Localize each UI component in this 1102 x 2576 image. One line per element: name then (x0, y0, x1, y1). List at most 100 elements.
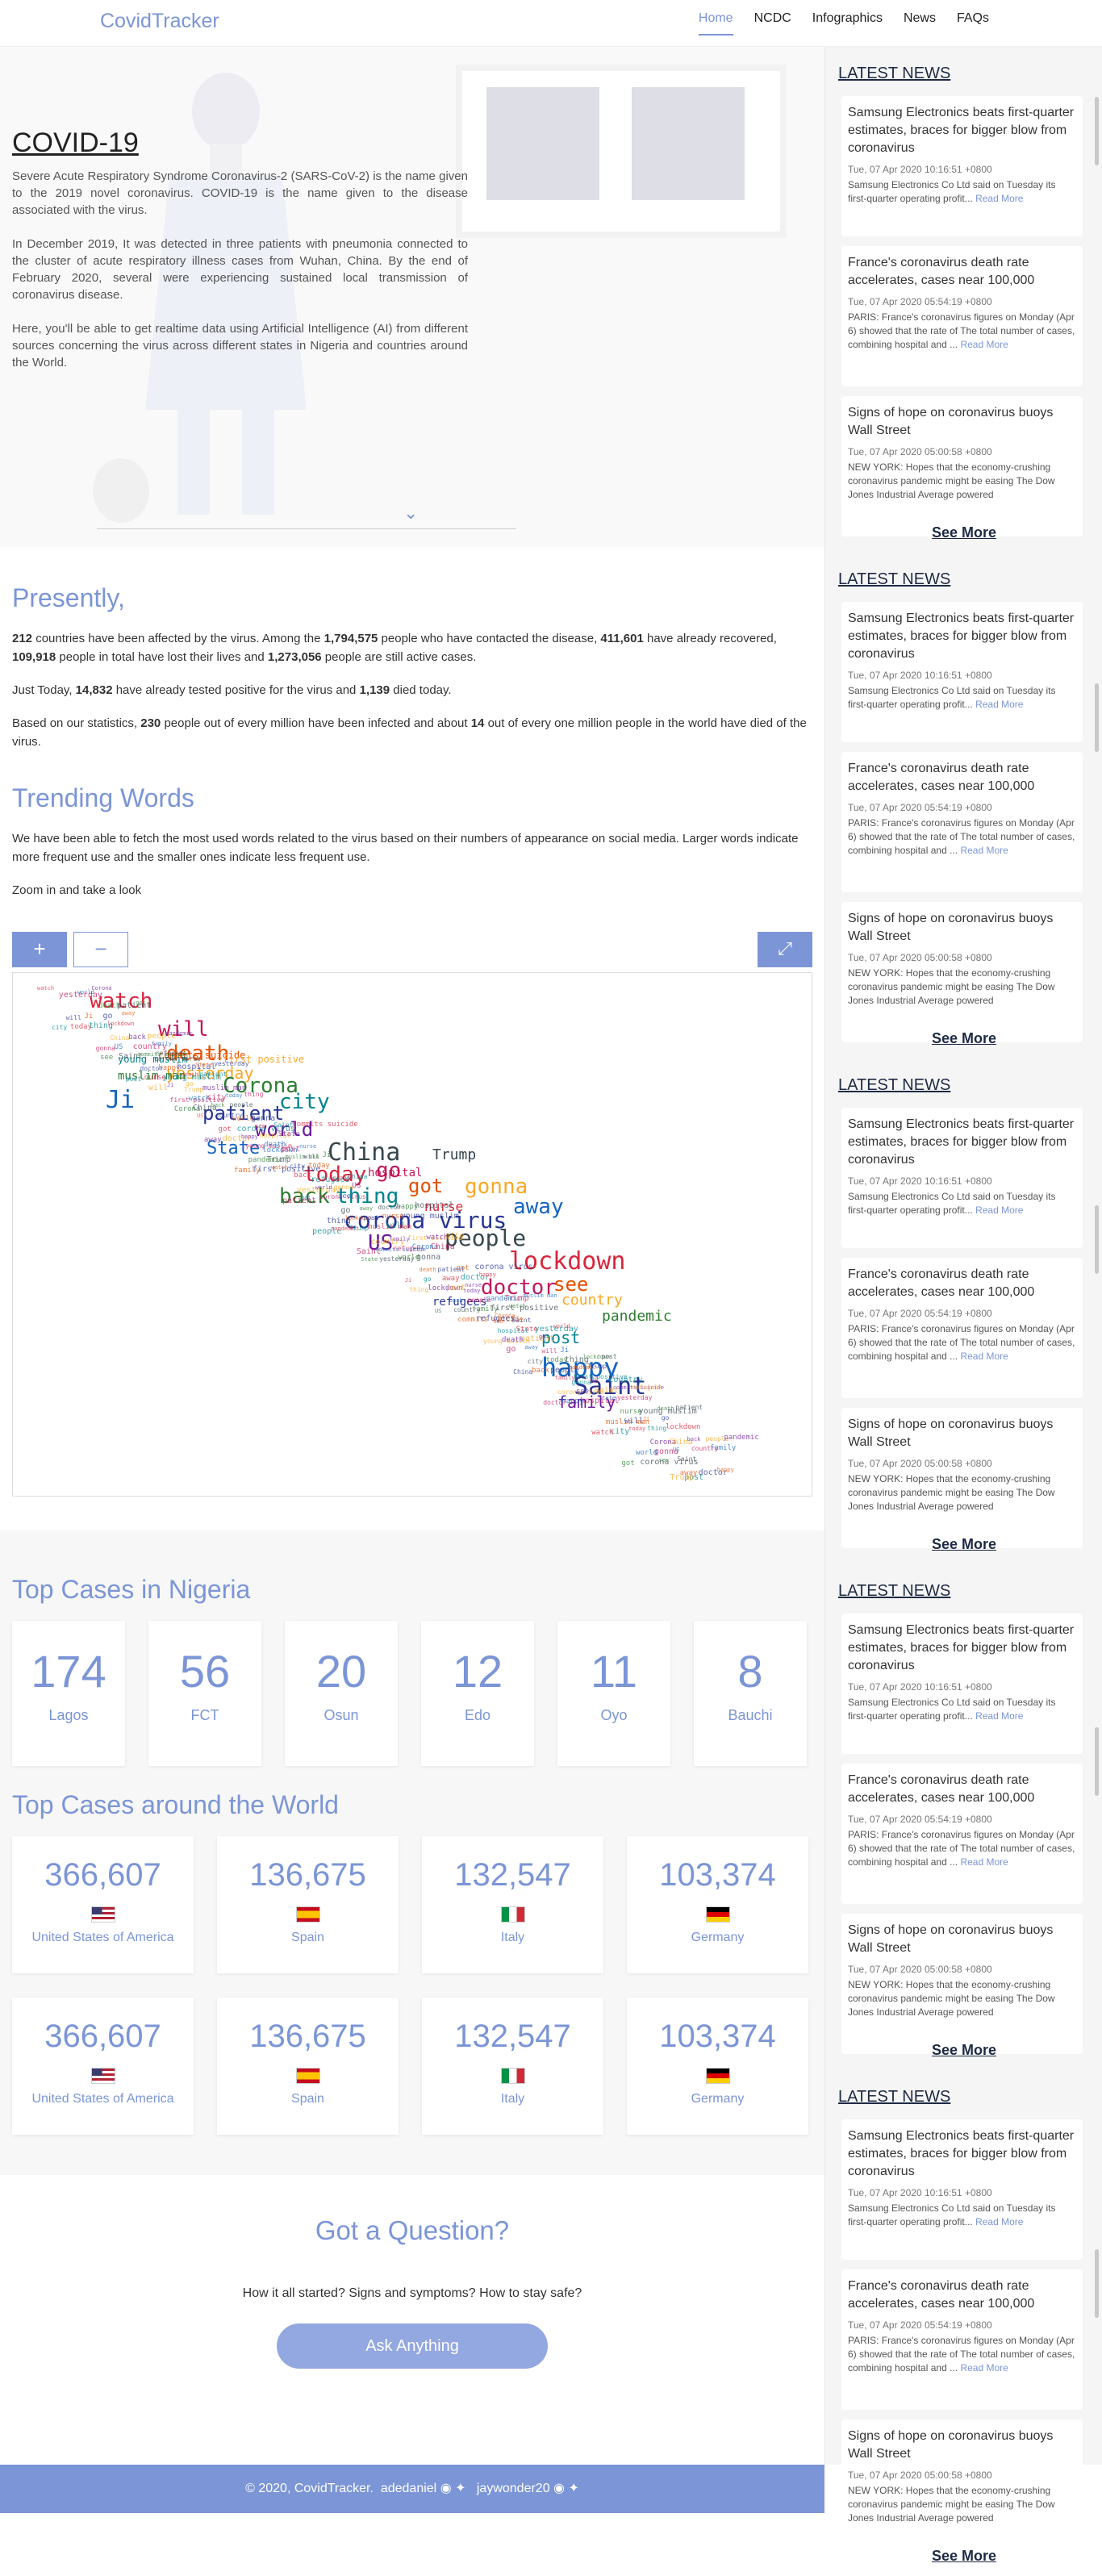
news-item[interactable]: France's coronavirus death rate accelera… (841, 1258, 1083, 1398)
trending-word: Trump (432, 1146, 477, 1163)
read-more-link[interactable]: Read More (960, 845, 1008, 856)
news-summary-text: NEW YORK: Hopes that the economy-crushin… (848, 1979, 1055, 2018)
nigeria-cards: 174 Lagos 56 FCT 20 Osun 12 Edo 11 Oyo 8… (12, 1621, 812, 1766)
twitter-icon[interactable]: ✦ (455, 2482, 465, 2495)
see-more-link[interactable]: See More (825, 2042, 1102, 2059)
trending-word: will (541, 1347, 557, 1355)
footer-user-link[interactable]: jaywonder20 (477, 2482, 550, 2495)
news-item[interactable]: Samsung Electronics beats first-quarter … (841, 2119, 1083, 2260)
trending-word: family (709, 1443, 737, 1452)
news-item[interactable]: France's coronavirus death rate accelera… (841, 246, 1083, 386)
trending-word: city (610, 1426, 630, 1436)
state-case-count: 174 (31, 1646, 106, 1697)
per-million-died: 14 (470, 716, 485, 730)
read-more-link[interactable]: Read More (960, 339, 1008, 350)
news-title[interactable]: Signs of hope on coronavirus buoys Wall … (848, 404, 1076, 440)
news-item[interactable]: France's coronavirus death rate accelera… (841, 2269, 1083, 2410)
read-more-link[interactable]: Read More (975, 1204, 1023, 1216)
es-flag-icon (295, 2068, 320, 2084)
news-item[interactable]: Signs of hope on coronavirus buoys Wall … (841, 2419, 1083, 2560)
github-icon[interactable]: ◉ (553, 2482, 565, 2495)
news-item[interactable]: Samsung Electronics beats first-quarter … (841, 1614, 1083, 1754)
hero-paragraph: Severe Acute Respiratory Syndrome Corona… (12, 169, 468, 217)
footer-user-link[interactable]: adedaniel (381, 2482, 436, 2495)
read-more-link[interactable]: Read More (960, 1351, 1008, 1362)
news-title[interactable]: France's coronavirus death rate accelera… (848, 254, 1076, 290)
nav-infographics[interactable]: Infographics (812, 11, 883, 35)
news-title[interactable]: France's coronavirus death rate accelera… (848, 2277, 1076, 2313)
trending-hint: Zoom in and take a look (12, 883, 142, 897)
read-more-link[interactable]: Read More (975, 193, 1023, 204)
footer-copyright: © 2020, CovidTracker. (245, 2482, 374, 2495)
see-more-link[interactable]: See More (825, 524, 1102, 541)
read-more-link[interactable]: Read More (960, 2362, 1008, 2374)
news-title[interactable]: France's coronavirus death rate accelera… (848, 760, 1076, 795)
news-item[interactable]: Samsung Electronics beats first-quarter … (841, 602, 1083, 742)
country-case-count: 103,374 (659, 1857, 776, 1893)
news-date: Tue, 07 Apr 2020 10:16:51 +0800 (848, 670, 992, 681)
scrollbar[interactable] (1095, 1727, 1099, 1796)
news-item[interactable]: Signs of hope on coronavirus buoys Wall … (841, 1914, 1083, 2054)
see-more-link[interactable]: See More (825, 2548, 1102, 2565)
news-item[interactable]: Samsung Electronics beats first-quarter … (841, 1108, 1083, 1248)
news-title[interactable]: Samsung Electronics beats first-quarter … (848, 104, 1076, 157)
news-title[interactable]: Signs of hope on coronavirus buoys Wall … (848, 1922, 1076, 1957)
github-icon[interactable]: ◉ (440, 2482, 452, 2495)
trending-word: post (446, 1283, 466, 1292)
word-cloud[interactable]: watch will death yesterday Corona city Ji patie… (12, 972, 812, 1497)
scrollbar[interactable] (1095, 1205, 1099, 1274)
news-title[interactable]: France's coronavirus death rate accelera… (848, 1772, 1076, 1807)
trending-word: go (506, 1345, 516, 1355)
country-case-count: 103,374 (659, 2019, 776, 2054)
news-title[interactable]: Signs of hope on coronavirus buoys Wall … (848, 910, 1076, 946)
scrollbar[interactable] (1095, 2249, 1099, 2318)
brand-logo[interactable]: CovidTracker (100, 10, 219, 33)
read-more-link[interactable]: Read More (975, 699, 1023, 710)
scrollbar[interactable] (1095, 683, 1099, 752)
news-title[interactable]: Samsung Electronics beats first-quarter … (848, 610, 1076, 663)
fullscreen-button[interactable]: ⤢ (758, 932, 812, 967)
read-more-link[interactable]: Read More (975, 1710, 1023, 1722)
country-case-count: 136,675 (249, 1857, 366, 1893)
read-more-link[interactable]: Read More (960, 1856, 1008, 1868)
trending-word: Ji (560, 1346, 570, 1355)
state-card: 8 Bauchi (694, 1621, 807, 1766)
news-title[interactable]: Samsung Electronics beats first-quarter … (848, 2127, 1076, 2181)
trending-word: US (672, 1446, 680, 1453)
scrollbar[interactable] (1095, 97, 1099, 165)
news-item[interactable]: France's coronavirus death rate accelera… (841, 1764, 1083, 1904)
trending-word: commits suicide (292, 1120, 358, 1129)
read-more-link[interactable]: Read More (975, 2216, 1023, 2227)
trending-word: go (102, 1011, 113, 1021)
see-more-link[interactable]: See More (825, 1030, 1102, 1047)
zoom-in-button[interactable]: + (12, 932, 67, 967)
countries-count: 212 (12, 632, 33, 645)
trending-word: US (114, 1043, 123, 1052)
news-item[interactable]: France's coronavirus death rate accelera… (841, 752, 1083, 892)
nav-news[interactable]: News (904, 11, 936, 35)
news-item[interactable]: Samsung Electronics beats first-quarter … (841, 96, 1083, 236)
trending-word: got (301, 1195, 311, 1201)
presently-section: Presently, 212 countries have been affec… (0, 583, 824, 751)
trending-word: patient (282, 1196, 317, 1205)
ask-anything-button[interactable]: Ask Anything (277, 2323, 548, 2369)
news-title[interactable]: Signs of hope on coronavirus buoys Wall … (848, 2428, 1076, 2463)
news-title[interactable]: Samsung Electronics beats first-quarter … (848, 1622, 1076, 1675)
trending-word: State (195, 1061, 213, 1068)
news-item[interactable]: Signs of hope on coronavirus buoys Wall … (841, 396, 1083, 536)
twitter-icon[interactable]: ✦ (568, 2482, 578, 2495)
nav-faqs[interactable]: FAQs (957, 11, 989, 35)
nav-home[interactable]: Home (698, 11, 733, 35)
chevron-down-icon[interactable]: ⌄ (403, 503, 418, 524)
nav-ncdc[interactable]: NCDC (754, 11, 791, 35)
news-item[interactable]: Signs of hope on coronavirus buoys Wall … (841, 902, 1083, 1042)
news-title[interactable]: Signs of hope on coronavirus buoys Wall … (848, 1416, 1076, 1451)
state-name: Edo (464, 1707, 491, 1723)
zoom-out-button[interactable]: − (73, 932, 128, 967)
news-title[interactable]: France's coronavirus death rate accelera… (848, 1266, 1076, 1301)
cases-section: Top Cases in Nigeria 174 Lagos 56 FCT 20… (0, 1530, 824, 2175)
news-title[interactable]: Samsung Electronics beats first-quarter … (848, 1116, 1076, 1169)
trending-word: pandemic (165, 1030, 193, 1037)
see-more-link[interactable]: See More (825, 1536, 1102, 1553)
news-item[interactable]: Signs of hope on coronavirus buoys Wall … (841, 1408, 1083, 1548)
